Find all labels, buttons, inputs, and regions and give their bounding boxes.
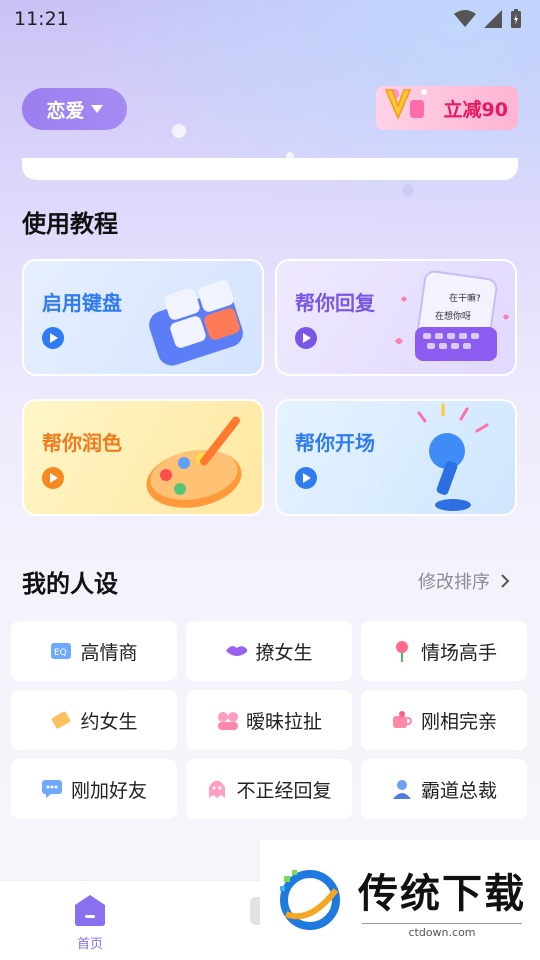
vip-crown-icon <box>380 82 430 126</box>
card-title: 帮你回复 <box>295 291 375 315</box>
search-strip[interactable] <box>22 158 518 180</box>
watermark-logo-icon <box>280 870 340 930</box>
vip-promo-text: 立减90 <box>443 98 508 121</box>
battery-icon <box>511 9 521 28</box>
persona-label: 高情商 <box>80 641 138 664</box>
tutorial-card-help-reply[interactable]: 帮你回复 在干嘛? 在想你呀 <box>275 259 517 376</box>
caret-down-icon <box>90 105 103 113</box>
tutorial-section-title: 使用教程 <box>22 210 118 238</box>
play-icon[interactable] <box>295 327 317 349</box>
keyboard-illustration <box>149 280 243 366</box>
watermark-overlay: 传统下载 ctdown.com <box>260 840 540 960</box>
vip-promo-badge[interactable]: 立减90 <box>376 86 518 130</box>
persona-label: 不正经回复 <box>236 779 332 802</box>
wifi-icon <box>454 10 476 27</box>
eq-icon: EQ <box>50 640 72 662</box>
tutorial-card-opener[interactable]: 帮你开场 <box>275 399 517 516</box>
persona-date[interactable]: 约女生 <box>11 690 177 750</box>
reply-bubble-2: 在想你呀 <box>435 312 472 322</box>
persona-ambiguous[interactable]: 暧昧拉扯 <box>186 690 352 750</box>
edit-order-link[interactable]: 修改排序 <box>418 568 510 594</box>
persona-label: 暧昧拉扯 <box>245 710 322 733</box>
persona-label: 约女生 <box>80 710 138 733</box>
lips-icon <box>225 640 248 662</box>
mode-selector[interactable]: 恋爱 <box>22 88 127 130</box>
decor-bubble <box>172 124 186 138</box>
card-title: 帮你开场 <box>295 431 375 455</box>
persona-new-friend[interactable]: 刚加好友 <box>11 759 177 819</box>
persona-label: 情场高手 <box>420 641 497 664</box>
status-icons <box>454 9 522 29</box>
persona-flirt[interactable]: 撩女生 <box>186 621 352 681</box>
personas-section-title: 我的人设 <box>22 570 118 598</box>
persona-eq[interactable]: EQ 高情商 <box>11 621 177 681</box>
persona-silly-reply[interactable]: 不正经回复 <box>186 759 352 819</box>
chevron-right-icon <box>501 574 510 588</box>
persona-label: 刚加好友 <box>70 779 147 802</box>
watermark-text: 传统下载 ctdown.com <box>358 861 526 939</box>
watermark-url: ctdown.com <box>362 923 522 939</box>
watermark-title: 传统下载 <box>358 871 526 917</box>
signal-icon <box>484 10 502 28</box>
tutorial-card-polish[interactable]: 帮你润色 <box>22 399 264 516</box>
card-title: 启用键盘 <box>42 291 122 315</box>
chat-icon <box>41 778 63 800</box>
decor-bubble <box>402 184 414 196</box>
persona-player[interactable]: 情场高手 <box>361 621 527 681</box>
status-bar: 11:21 <box>0 0 540 38</box>
reply-bubble-1: 在干嘛? <box>449 294 481 304</box>
couple-icon <box>216 709 238 731</box>
tutorial-card-enable-keyboard[interactable]: 启用键盘 <box>22 259 264 376</box>
play-icon[interactable] <box>42 327 64 349</box>
persona-blind-date[interactable]: 刚相完亲 <box>361 690 527 750</box>
status-time: 11:21 <box>14 8 69 30</box>
boss-icon <box>391 778 413 800</box>
persona-label: 撩女生 <box>255 641 313 664</box>
microphone-illustration <box>417 403 489 511</box>
play-icon[interactable] <box>42 467 64 489</box>
card-title: 帮你润色 <box>42 431 122 455</box>
play-icon[interactable] <box>295 467 317 489</box>
cup-icon <box>391 709 413 731</box>
ticket-icon <box>50 709 72 731</box>
edit-order-label: 修改排序 <box>418 572 490 593</box>
rose-icon <box>391 640 413 662</box>
mode-label: 恋爱 <box>46 99 85 122</box>
tab-home-label: 首页 <box>76 937 103 952</box>
persona-label: 霸道总裁 <box>420 779 497 802</box>
persona-label: 刚相完亲 <box>420 710 497 733</box>
tab-home[interactable]: 首页 <box>64 893 116 952</box>
ghost-icon <box>206 778 228 800</box>
home-icon <box>75 895 105 926</box>
svg-text:EQ: EQ <box>54 648 67 658</box>
persona-boss[interactable]: 霸道总裁 <box>361 759 527 819</box>
palette-illustration <box>146 416 242 508</box>
